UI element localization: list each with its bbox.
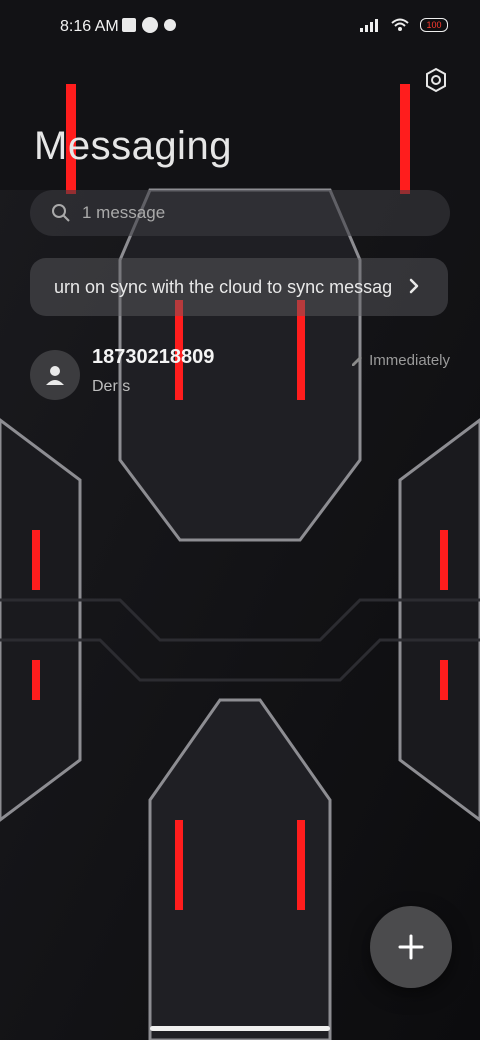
contact-name: 18730218809: [92, 346, 215, 368]
sync-banner[interactable]: urn on sync with the cloud to sync messa…: [30, 258, 448, 316]
status-bar: 8:16 AM 100: [0, 0, 480, 56]
status-time: 8:16 AM: [60, 18, 119, 35]
chevron-right-icon: [409, 278, 419, 294]
battery-level: 100: [426, 20, 442, 30]
status-left-icons: [122, 17, 176, 33]
sync-banner-text: urn on sync with the cloud to sync messa…: [54, 276, 393, 297]
gear-icon: [426, 67, 446, 93]
search-icon: [52, 204, 70, 222]
wifi-icon: [391, 18, 409, 31]
search-placeholder: 1 message: [82, 203, 166, 222]
page-title: Messaging: [34, 124, 232, 168]
app-notification-icon: [142, 17, 158, 33]
message-time: Immediately: [351, 352, 450, 369]
navigation-handle[interactable]: [150, 1026, 330, 1031]
avatar: [30, 350, 80, 400]
person-icon: [46, 366, 64, 385]
battery-indicator: 100: [420, 18, 448, 32]
settings-button[interactable]: [420, 64, 452, 96]
search-field[interactable]: 1 message: [30, 190, 450, 236]
plus-icon: [398, 934, 424, 960]
message-snippet: Der s: [92, 378, 131, 395]
signal-icon: [360, 19, 378, 32]
draft-pencil-icon: [352, 355, 363, 366]
notification-square-icon: [122, 18, 136, 32]
status-right-icons: 100: [360, 18, 448, 32]
conversation-row[interactable]: 18730218809 Der s Immediately: [30, 342, 450, 410]
new-message-button[interactable]: [370, 906, 452, 988]
lightbulb-icon: [164, 19, 176, 31]
message-time-text: Immediately: [369, 352, 450, 369]
